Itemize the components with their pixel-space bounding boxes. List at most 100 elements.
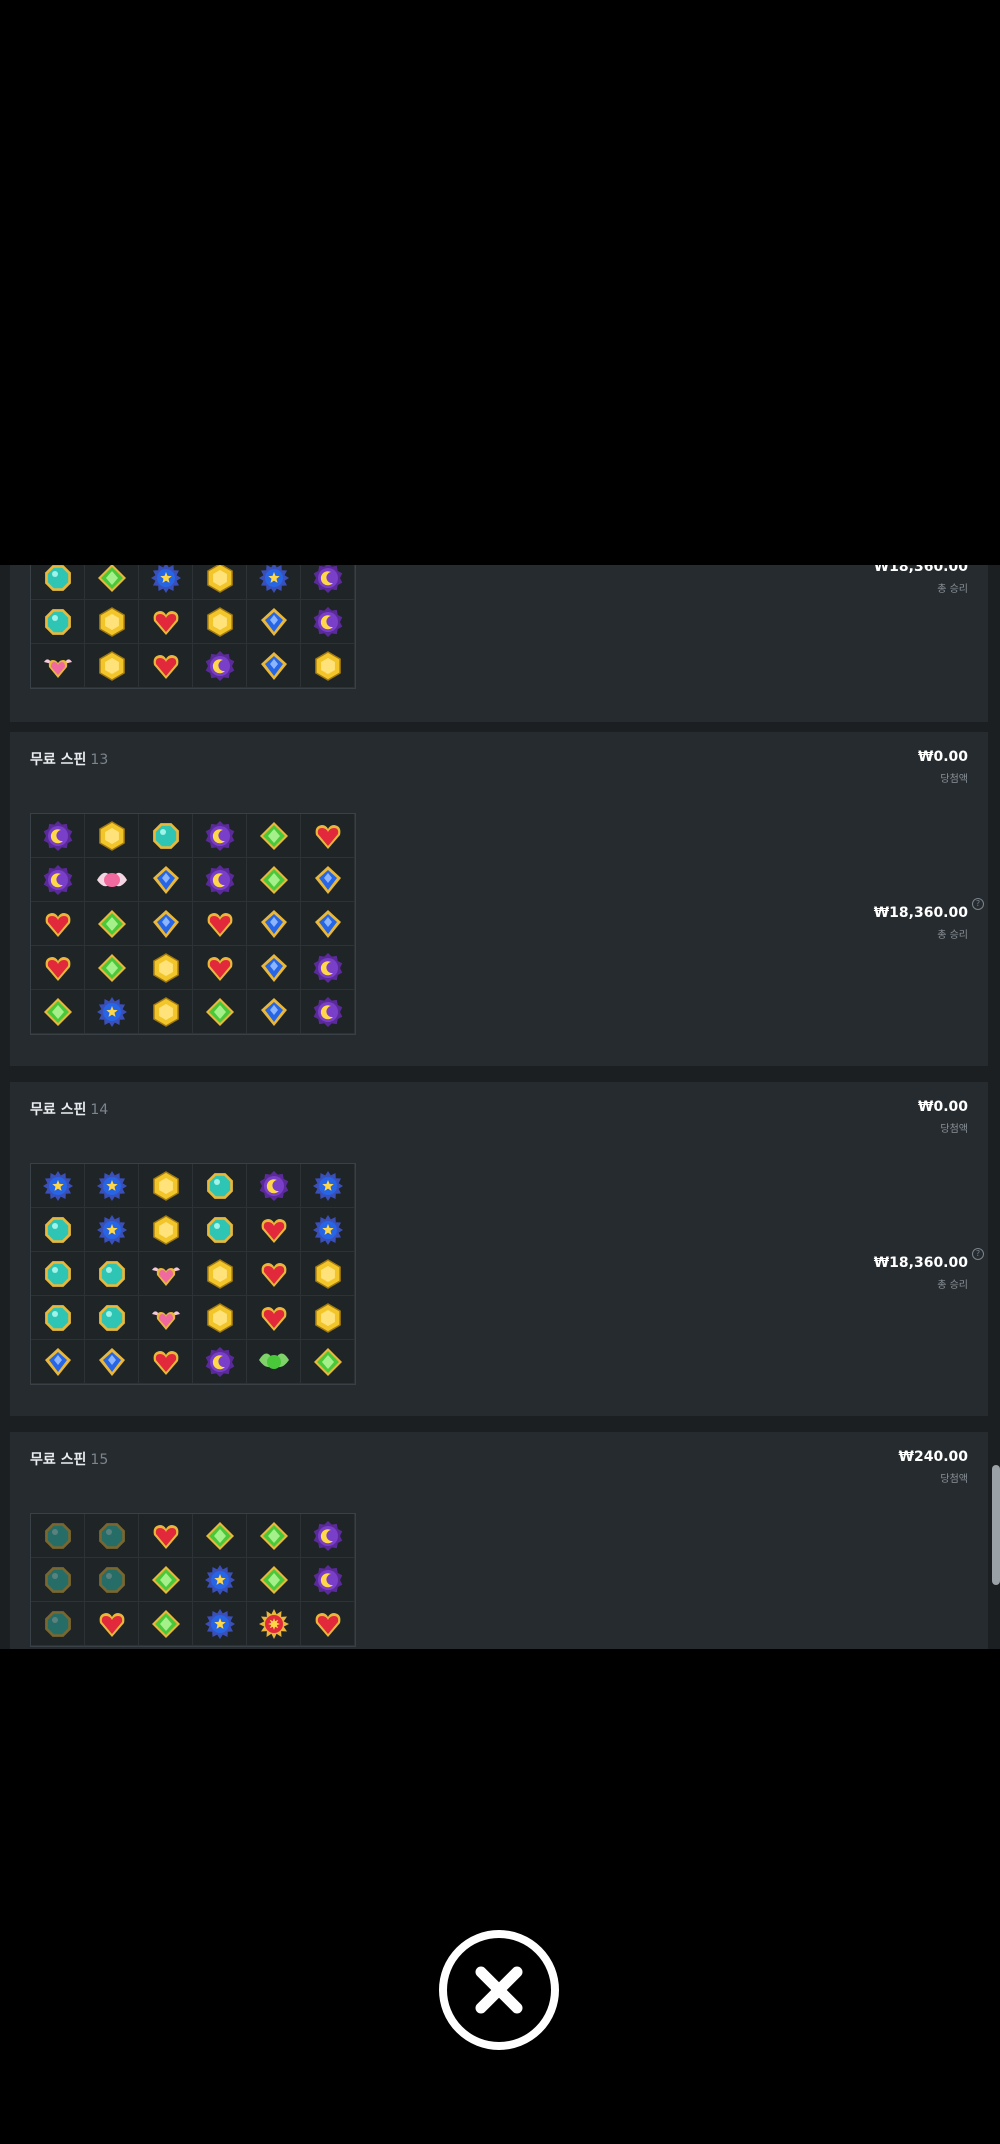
purple-moon-gem-icon	[313, 952, 342, 983]
total-win-amount: ₩18,360.00	[873, 565, 968, 575]
blue-gem-icon	[152, 909, 179, 938]
grid-cell	[247, 565, 301, 600]
teal-gem-icon	[98, 1304, 125, 1331]
yellow-gem-icon	[152, 952, 179, 983]
grid-cell	[301, 990, 355, 1034]
purple-moon-gem-icon	[205, 820, 234, 851]
grid-cell	[31, 644, 85, 688]
grid-cell	[301, 644, 355, 688]
grid-cell	[301, 1296, 355, 1340]
blue-gem-icon	[98, 1347, 125, 1376]
teal-gem-icon	[44, 608, 71, 635]
blue-star-gem-icon	[96, 1170, 127, 1201]
purple-moon-gem-icon	[313, 565, 342, 593]
teal-gem-icon	[44, 1260, 71, 1287]
teal-gem-icon	[206, 1216, 233, 1243]
blue-star-gem-icon	[204, 1608, 235, 1639]
grid-cell	[193, 600, 247, 644]
green-gem-icon	[151, 1565, 180, 1594]
red-scatter-gem-icon	[258, 1608, 289, 1639]
yellow-gem-icon	[314, 1258, 341, 1289]
teal-gem-icon	[98, 1566, 125, 1593]
grid-cell	[193, 814, 247, 858]
grid-cell	[85, 644, 139, 688]
grid-cell	[193, 1602, 247, 1646]
grid-cell	[31, 1602, 85, 1646]
heart-wing-gem-icon	[151, 1310, 180, 1330]
grid-cell	[31, 1296, 85, 1340]
grid-cell	[85, 814, 139, 858]
heart-wing-gem-icon	[43, 658, 72, 678]
spin-win-label: 당첨액	[940, 1474, 968, 1485]
green-gem-icon	[43, 997, 72, 1026]
grid-cell	[247, 946, 301, 990]
spin-win-amount: ₩240.00	[898, 1449, 968, 1465]
grid-cell	[31, 858, 85, 902]
teal-gem-icon	[98, 1260, 125, 1287]
grid-cell	[193, 565, 247, 600]
symbol-grid	[30, 565, 356, 689]
spin-panel-14: 무료 스핀 14 ₩0.00 당첨액 ₩18,360.00 ? 총 승리	[10, 1082, 988, 1416]
grid-cell	[247, 1208, 301, 1252]
red-gem-icon	[261, 1262, 286, 1287]
grid-cell	[139, 1208, 193, 1252]
green-gem-icon	[205, 1521, 234, 1550]
green-gem-icon	[205, 997, 234, 1026]
spin-win-label: 당첨액	[940, 774, 968, 785]
grid-cell	[139, 1514, 193, 1558]
spin-win-amount: ₩0.00	[918, 1099, 968, 1115]
yellow-gem-icon	[206, 606, 233, 637]
green-gem-icon	[259, 1565, 288, 1594]
spin-history-list[interactable]: ₩18,360.00 총 승리 무료 스핀 13 ₩0.00 당첨액 ₩18,36…	[0, 565, 1000, 1649]
yellow-gem-icon	[152, 1214, 179, 1245]
help-icon[interactable]: ?	[972, 898, 984, 910]
blue-gem-icon	[260, 651, 287, 680]
blue-gem-icon	[314, 865, 341, 894]
yellow-gem-icon	[152, 1170, 179, 1201]
grid-cell	[193, 1164, 247, 1208]
grid-cell	[85, 1164, 139, 1208]
grid-cell	[139, 1164, 193, 1208]
help-icon[interactable]: ?	[972, 1248, 984, 1260]
blue-star-gem-icon	[96, 1214, 127, 1245]
spin-panel-13: 무료 스핀 13 ₩0.00 당첨액 ₩18,360.00 ? 총 승리	[10, 732, 988, 1066]
grid-cell	[193, 1514, 247, 1558]
blue-gem-icon	[260, 909, 287, 938]
scrollbar[interactable]	[992, 1465, 1000, 1585]
heart-wing-gem-icon	[151, 1266, 180, 1286]
wing-multiplier-gem-icon	[96, 872, 127, 887]
close-button[interactable]	[439, 1930, 559, 2050]
spin-win-amount: ₩0.00	[918, 749, 968, 765]
grid-cell	[31, 1514, 85, 1558]
grid-cell	[139, 1252, 193, 1296]
spin-panel-15: 무료 스핀 15 ₩240.00 당첨액	[10, 1432, 988, 1649]
grid-cell	[31, 814, 85, 858]
grid-cell	[31, 600, 85, 644]
green-gem-icon	[151, 1609, 180, 1638]
grid-cell	[85, 1208, 139, 1252]
total-win-label: 총 승리	[937, 1280, 968, 1291]
grid-cell	[247, 644, 301, 688]
green-gem-icon	[97, 953, 126, 982]
total-win-label: 총 승리	[937, 930, 968, 941]
yellow-gem-icon	[152, 996, 179, 1027]
grid-cell	[85, 902, 139, 946]
grid-cell	[247, 814, 301, 858]
grid-cell	[247, 1558, 301, 1602]
grid-cell	[193, 1340, 247, 1384]
grid-cell	[247, 1164, 301, 1208]
red-gem-icon	[153, 1524, 178, 1549]
purple-moon-gem-icon	[313, 606, 342, 637]
red-gem-icon	[207, 912, 232, 937]
red-gem-icon	[207, 956, 232, 981]
green-gem-icon	[313, 1347, 342, 1376]
grid-cell	[301, 1208, 355, 1252]
blue-gem-icon	[260, 953, 287, 982]
grid-cell	[193, 902, 247, 946]
red-gem-icon	[99, 1612, 124, 1637]
yellow-gem-icon	[206, 1302, 233, 1333]
purple-moon-gem-icon	[313, 1520, 342, 1551]
teal-gem-icon	[44, 1610, 71, 1637]
grid-cell	[139, 1340, 193, 1384]
green-gem-icon	[97, 909, 126, 938]
